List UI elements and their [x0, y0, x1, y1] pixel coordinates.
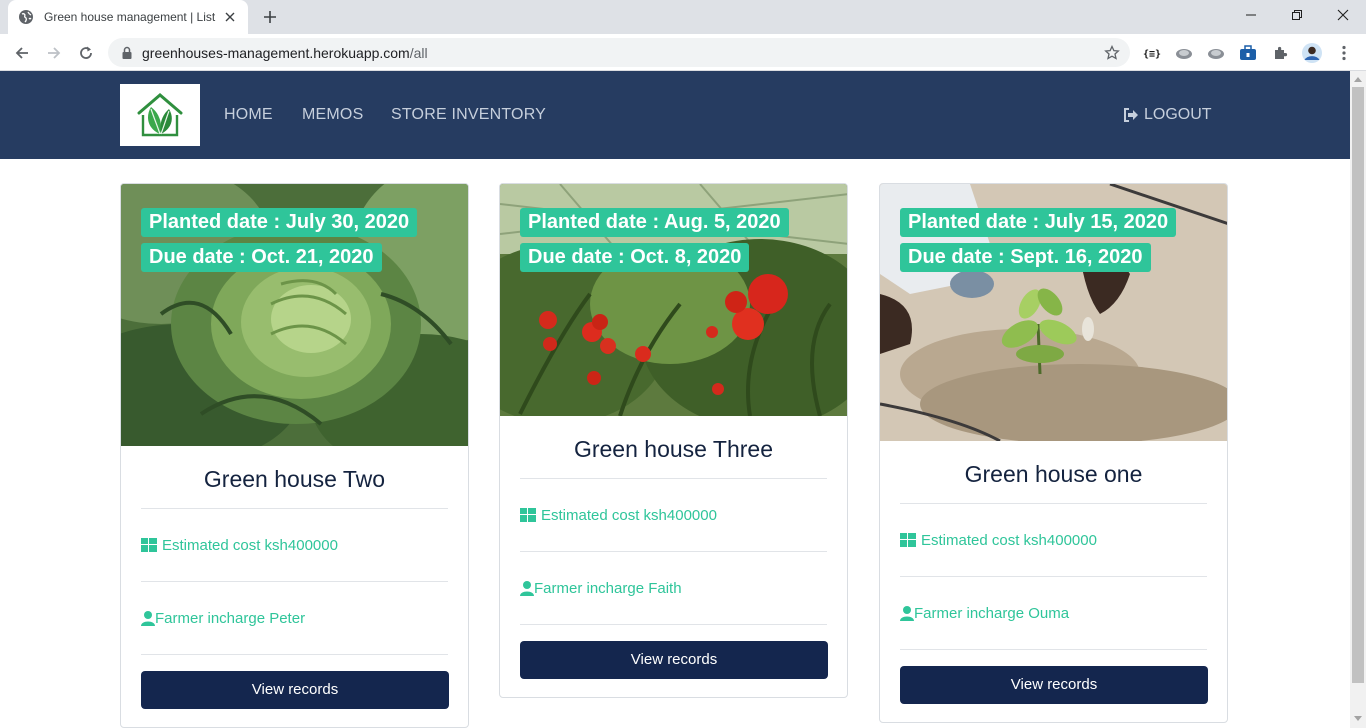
tomato-photo: Planted date : Aug. 5, 2020 Due date : O…: [500, 184, 847, 416]
greenhouse-card: Planted date : Aug. 5, 2020 Due date : O…: [499, 183, 848, 698]
close-window-icon[interactable]: [1320, 0, 1366, 30]
scrollbar-thumb[interactable]: [1352, 87, 1364, 683]
close-tab-icon[interactable]: [222, 9, 238, 25]
scroll-down-icon[interactable]: [1354, 716, 1362, 721]
windows-grid-icon: [900, 533, 916, 547]
extension-cloud-2-icon[interactable]: [1205, 42, 1227, 64]
estimated-cost-row: Estimated cost ksh400000: [520, 479, 827, 552]
greenhouse-card: Planted date : July 15, 2020 Due date : …: [879, 183, 1228, 723]
farmer-text: Farmer incharge Ouma: [914, 604, 1070, 622]
globe-icon: [19, 10, 33, 24]
planted-date-badge: Planted date : July 30, 2020: [141, 208, 418, 237]
user-icon: [900, 605, 914, 621]
browser-tab[interactable]: Green house management | Listin: [8, 0, 248, 34]
site-navbar: HOME MEMOS STORE INVENTORY LOGOUT: [0, 71, 1350, 159]
browser-toolbar: greenhouses-management.herokuapp.com/all…: [0, 34, 1366, 71]
farmer-row: Farmer incharge Ouma: [900, 577, 1207, 650]
url-text: greenhouses-management.herokuapp.com/all: [142, 45, 1098, 61]
user-icon: [520, 580, 534, 596]
estimated-cost-text: Estimated cost ksh400000: [162, 536, 338, 554]
windows-grid-icon: [520, 508, 536, 522]
extension-cloud-icon[interactable]: [1173, 42, 1195, 64]
card-title: Green house one: [900, 441, 1207, 504]
view-records-button[interactable]: View records: [900, 666, 1208, 704]
extension-toolbox-icon[interactable]: [1237, 42, 1259, 64]
estimated-cost-text: Estimated cost ksh400000: [541, 506, 717, 524]
nav-home[interactable]: HOME: [224, 106, 273, 124]
card-title: Green house Three: [520, 416, 827, 479]
reload-icon[interactable]: [72, 39, 100, 67]
browser-menu-icon[interactable]: [1333, 42, 1355, 64]
page-scrollbar[interactable]: [1350, 71, 1366, 728]
forward-arrow-icon[interactable]: [40, 39, 68, 67]
scroll-up-icon[interactable]: [1354, 77, 1362, 82]
logout-label: LOGOUT: [1144, 106, 1212, 123]
due-date-badge: Due date : Sept. 16, 2020: [900, 243, 1151, 272]
browser-tab-bar: Green house management | Listin: [0, 0, 1366, 34]
minimize-icon[interactable]: [1228, 0, 1274, 30]
windows-grid-icon: [141, 538, 157, 552]
nav-memos[interactable]: MEMOS: [302, 106, 363, 124]
back-arrow-icon[interactable]: [8, 39, 36, 67]
greenhouse-logo[interactable]: [120, 84, 200, 146]
planted-date-badge: Planted date : July 15, 2020: [900, 208, 1177, 237]
due-date-badge: Due date : Oct. 21, 2020: [141, 243, 382, 272]
farmer-text: Farmer incharge Faith: [534, 579, 682, 597]
nav-store-inventory[interactable]: STORE INVENTORY: [391, 106, 546, 124]
lock-icon: [122, 46, 132, 59]
svg-text:{≡}: {≡}: [1143, 49, 1161, 59]
restore-icon[interactable]: [1274, 0, 1320, 30]
greenhouse-card: Planted date : July 30, 2020 Due date : …: [120, 183, 469, 728]
new-tab-icon[interactable]: [258, 5, 282, 29]
extension-code-icon[interactable]: {≡}: [1141, 42, 1163, 64]
view-records-button[interactable]: View records: [520, 641, 828, 679]
farmer-row: Farmer incharge Peter: [141, 582, 448, 655]
url-host: greenhouses-management.herokuapp.com: [142, 44, 410, 61]
page-viewport: HOME MEMOS STORE INVENTORY LOGOUT Plante…: [0, 71, 1350, 728]
tab-title: Green house management | Listin: [44, 10, 216, 24]
profile-avatar-icon[interactable]: [1301, 42, 1323, 64]
estimated-cost-row: Estimated cost ksh400000: [900, 504, 1207, 577]
logout-link[interactable]: LOGOUT: [1123, 106, 1212, 124]
due-date-badge: Due date : Oct. 8, 2020: [520, 243, 750, 272]
planted-date-badge: Planted date : Aug. 5, 2020: [520, 208, 789, 237]
farmer-row: Farmer incharge Faith: [520, 552, 827, 625]
farmer-text: Farmer incharge Peter: [155, 609, 306, 627]
url-path: /all: [409, 44, 428, 61]
address-bar[interactable]: greenhouses-management.herokuapp.com/all: [108, 38, 1130, 67]
greenhouse-leaf-icon: [137, 93, 183, 137]
user-icon: [141, 610, 155, 626]
bookmark-star-icon[interactable]: [1098, 39, 1126, 67]
card-title: Green house Two: [141, 446, 448, 509]
view-records-button[interactable]: View records: [141, 671, 449, 709]
estimated-cost-text: Estimated cost ksh400000: [921, 531, 1097, 549]
extensions-puzzle-icon[interactable]: [1269, 42, 1291, 64]
estimated-cost-row: Estimated cost ksh400000: [141, 509, 448, 582]
sign-out-icon: [1124, 108, 1138, 122]
seedling-planting-photo: Planted date : July 15, 2020 Due date : …: [880, 184, 1227, 441]
cabbage-photo: Planted date : July 30, 2020 Due date : …: [121, 184, 468, 446]
